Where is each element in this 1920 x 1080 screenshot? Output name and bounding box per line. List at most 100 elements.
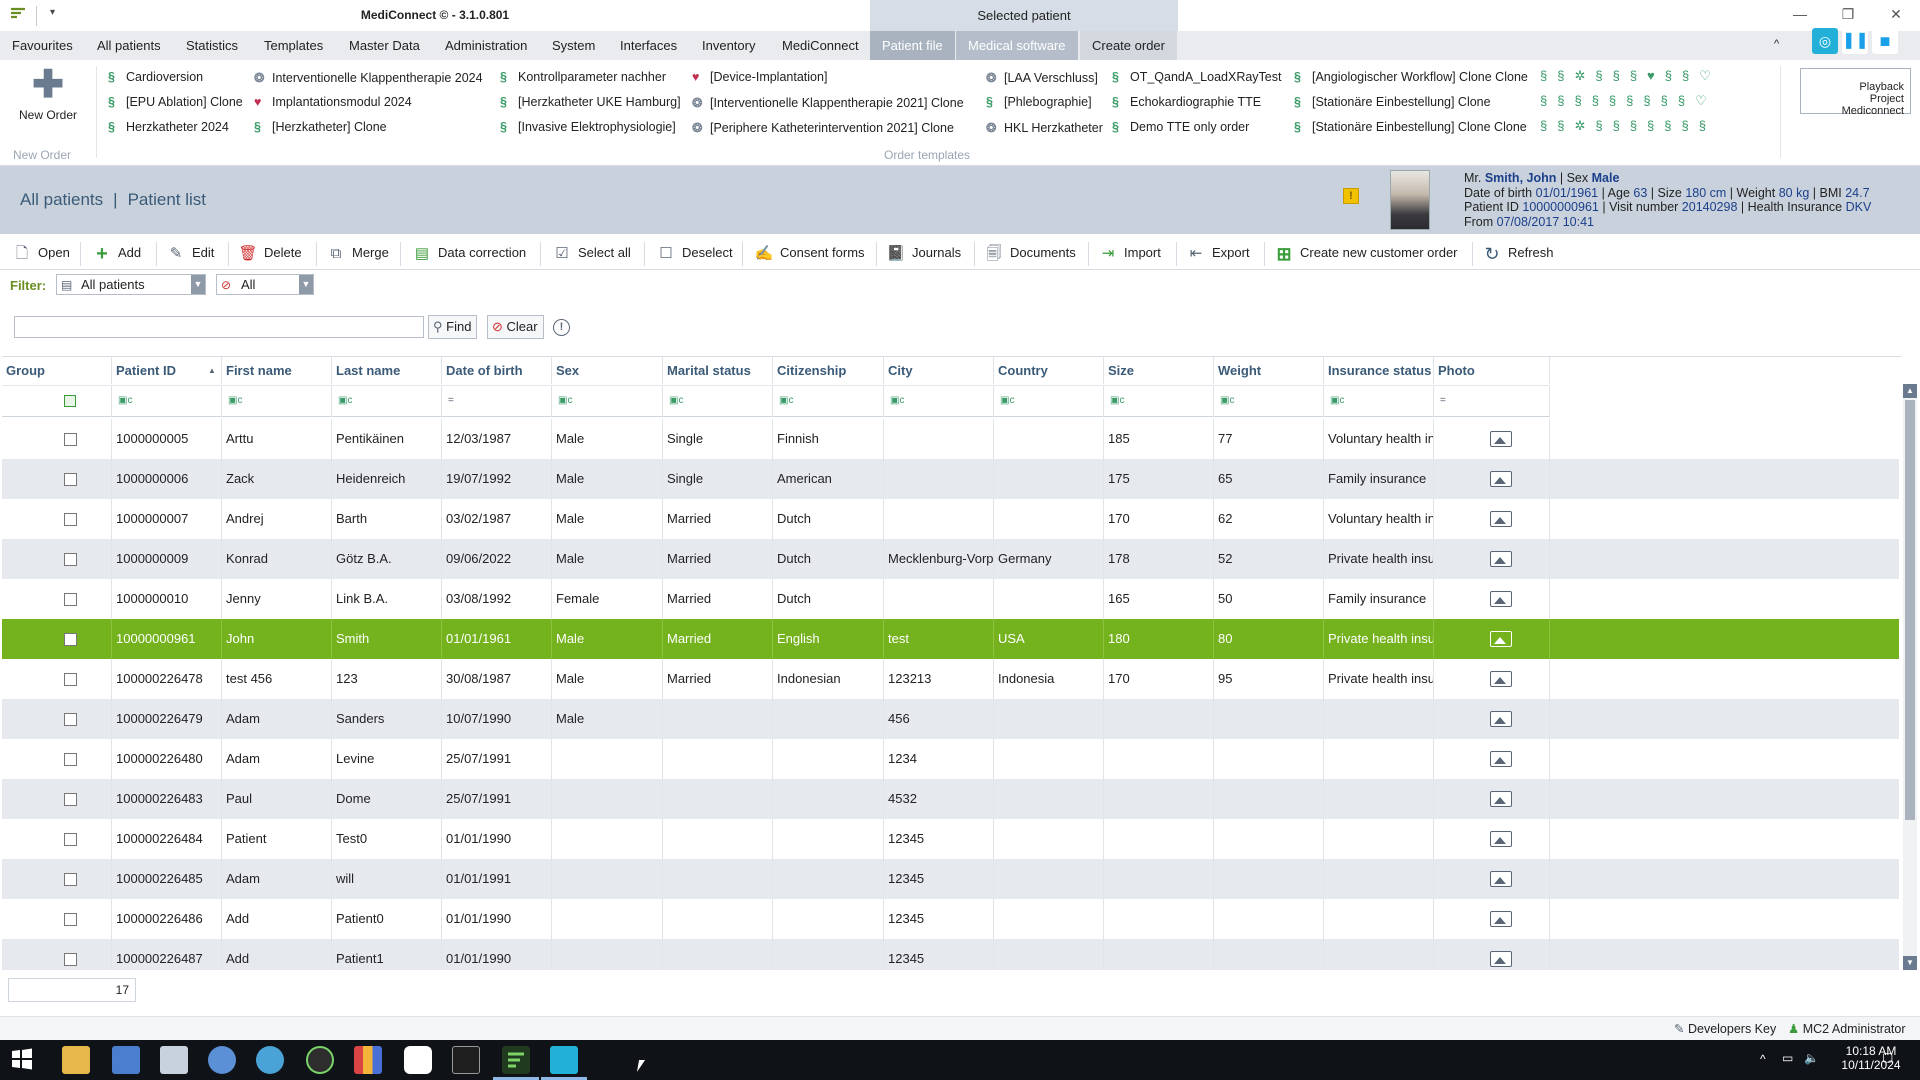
restore-icon[interactable]: ❐ (1828, 6, 1868, 23)
settings-app-icon[interactable] (256, 1046, 284, 1074)
cell-group[interactable] (2, 739, 112, 779)
column-header-country[interactable]: Country (994, 357, 1104, 384)
computer-icon[interactable] (160, 1046, 188, 1074)
volume-icon[interactable]: 🔈 (1804, 1051, 1819, 1065)
playback-taskbar-icon[interactable] (550, 1046, 578, 1074)
close-icon[interactable]: ✕ (1876, 6, 1916, 23)
column-filter-icon[interactable]: ▣c (332, 385, 442, 417)
breadcrumb-patient-list[interactable]: Patient list (128, 190, 206, 209)
add-button[interactable]: + Add (92, 240, 141, 266)
column-header-size[interactable]: Size (1104, 357, 1214, 384)
developers-key-status[interactable]: ✎ Developers Key (1674, 1021, 1776, 1036)
cell-group[interactable] (2, 899, 112, 939)
column-header-sex[interactable]: Sex (552, 357, 663, 384)
column-header-last-name[interactable]: Last name (332, 357, 442, 384)
image-icon[interactable] (1490, 671, 1512, 687)
column-header-citizenship[interactable]: Citizenship (773, 357, 884, 384)
table-row[interactable]: 100000226479 Adam Sanders 10/07/1990 Male 456 (2, 699, 1899, 739)
cell-group[interactable] (2, 859, 112, 899)
column-header-photo[interactable]: Photo (1434, 357, 1550, 384)
order-template-item[interactable]: ♥ [Device-Implantation] (692, 70, 827, 84)
order-template-item[interactable]: § [Invasive Elektrophysiologie] (500, 120, 676, 134)
edit-button[interactable]: ✎ Edit (166, 240, 215, 266)
vertical-scrollbar[interactable]: ▲ ▼ (1903, 384, 1917, 970)
table-row[interactable]: 100000226478 test 456 123 30/08/1987 Male Mar… (2, 659, 1899, 699)
table-row[interactable]: 100000226480 Adam Levine 25/07/1991 1234 (2, 739, 1899, 779)
notes-app-icon[interactable] (404, 1046, 432, 1074)
merge-button[interactable]: ⧉ Merge (326, 240, 389, 266)
menu-create-order[interactable]: Create order (1080, 31, 1177, 60)
image-icon[interactable] (1490, 431, 1512, 447)
scroll-down-icon[interactable]: ▼ (1903, 956, 1917, 970)
network-icon[interactable]: ▭ (1782, 1051, 1793, 1065)
order-template-item[interactable]: § [Stationäre Einbestellung] Clone (1294, 95, 1491, 109)
image-icon[interactable] (1490, 511, 1512, 527)
menu-medical-software[interactable]: Medical software (956, 31, 1078, 60)
column-header-date-of-birth[interactable]: Date of birth (442, 357, 552, 384)
menu-patient-file[interactable]: Patient file (870, 31, 955, 60)
order-template-item[interactable]: ❂ [Periphere Katheterintervention 2021] C… (692, 120, 954, 135)
delete-button[interactable]: 🗑 Delete (238, 240, 301, 266)
collapse-ribbon-icon[interactable]: ^ (1774, 38, 1779, 50)
cell-group[interactable] (2, 539, 112, 579)
menu-administration[interactable]: Administration (445, 38, 527, 53)
column-header-group[interactable]: Group (2, 357, 112, 384)
import-button[interactable]: ⇥ Import (1098, 240, 1161, 266)
order-template-item[interactable]: § OT_QandA_LoadXRayTest (1112, 70, 1281, 84)
column-header-weight[interactable]: Weight (1214, 357, 1324, 384)
column-filter-icon[interactable]: ▣c (552, 385, 663, 417)
table-row[interactable]: 1000000007 Andrej Barth 03/02/1987 Male Marri… (2, 499, 1899, 539)
cell-group[interactable] (2, 699, 112, 739)
filter-status-select[interactable]: ⊘ All ▼ (216, 274, 314, 295)
order-template-item[interactable]: § [Phlebographie] (986, 95, 1092, 109)
clear-button[interactable]: ⊘ Clear (487, 315, 544, 339)
scroll-thumb[interactable] (1905, 400, 1915, 820)
order-template-item[interactable]: ❂ Interventionelle Klappentherapie 2024 (254, 70, 483, 85)
warning-icon[interactable]: ! (1343, 188, 1359, 204)
row-checkbox[interactable] (64, 513, 77, 526)
row-checkbox[interactable] (64, 473, 77, 486)
table-row[interactable]: 1000000010 Jenny Link B.A. 03/08/1992 Female… (2, 579, 1899, 619)
row-checkbox[interactable] (64, 713, 77, 726)
table-row[interactable]: 100000226483 Paul Dome 25/07/1991 4532 (2, 779, 1899, 819)
table-row[interactable]: 1000000005 Arttu Pentikäinen 12/03/1987 Male… (2, 419, 1899, 459)
row-checkbox[interactable] (64, 433, 77, 446)
image-icon[interactable] (1490, 911, 1512, 927)
column-header-first-name[interactable]: First name (222, 357, 332, 384)
menu-system[interactable]: System (552, 38, 595, 53)
row-checkbox[interactable] (64, 913, 77, 926)
notification-icon[interactable]: ▢ (1882, 1050, 1893, 1064)
table-row[interactable]: 100000226486 Add Patient0 01/01/1990 12345 (2, 899, 1899, 939)
row-checkbox[interactable] (64, 793, 77, 806)
column-header-insurance-status[interactable]: Insurance status (1324, 357, 1434, 384)
row-checkbox[interactable] (64, 593, 77, 606)
column-header-patient-id[interactable]: Patient ID (112, 357, 222, 384)
table-row[interactable]: 1000000009 Konrad Götz B.A. 09/06/2022 Male M… (2, 539, 1899, 579)
open-button[interactable]: 🗋 Open (12, 240, 70, 266)
documents-button[interactable]: 🗐 Documents (984, 240, 1076, 266)
column-filter-icon[interactable]: ▣c (994, 385, 1104, 417)
refresh-app-icon[interactable] (306, 1046, 334, 1074)
order-template-item[interactable]: § Echokardiographie TTE (1112, 95, 1261, 109)
cell-group[interactable] (2, 499, 112, 539)
filter-group-checkbox[interactable] (2, 385, 112, 417)
filter-scope-select[interactable]: ▤ All patients ▼ (56, 274, 206, 295)
order-template-item[interactable]: § [Stationäre Einbestellung] Clone Clone (1294, 120, 1527, 134)
journals-button[interactable]: 📓 Journals (886, 240, 961, 266)
cell-group[interactable] (2, 459, 112, 499)
data-correction-button[interactable]: ▤ Data correction (412, 240, 526, 266)
new-order-button[interactable]: ✚ New Order (8, 66, 88, 122)
cell-group[interactable] (2, 819, 112, 859)
minimize-icon[interactable]: — (1780, 6, 1820, 22)
column-filter-icon[interactable]: ▣c (663, 385, 773, 417)
column-header-city[interactable]: City (884, 357, 994, 384)
row-checkbox[interactable] (64, 753, 77, 766)
table-row[interactable]: 100000226484 Patient Test0 01/01/1990 12345 (2, 819, 1899, 859)
column-filter-icon[interactable]: ▣c (1104, 385, 1214, 417)
palette-app-icon[interactable] (354, 1046, 382, 1074)
table-row[interactable]: 100000226487 Add Patient1 01/01/1990 12345 (2, 939, 1899, 970)
image-icon[interactable] (1490, 871, 1512, 887)
column-filter-icon[interactable]: ▣c (1324, 385, 1434, 417)
menu-interfaces[interactable]: Interfaces (620, 38, 677, 53)
order-template-item[interactable]: ♥ Implantationsmodul 2024 (254, 95, 412, 109)
